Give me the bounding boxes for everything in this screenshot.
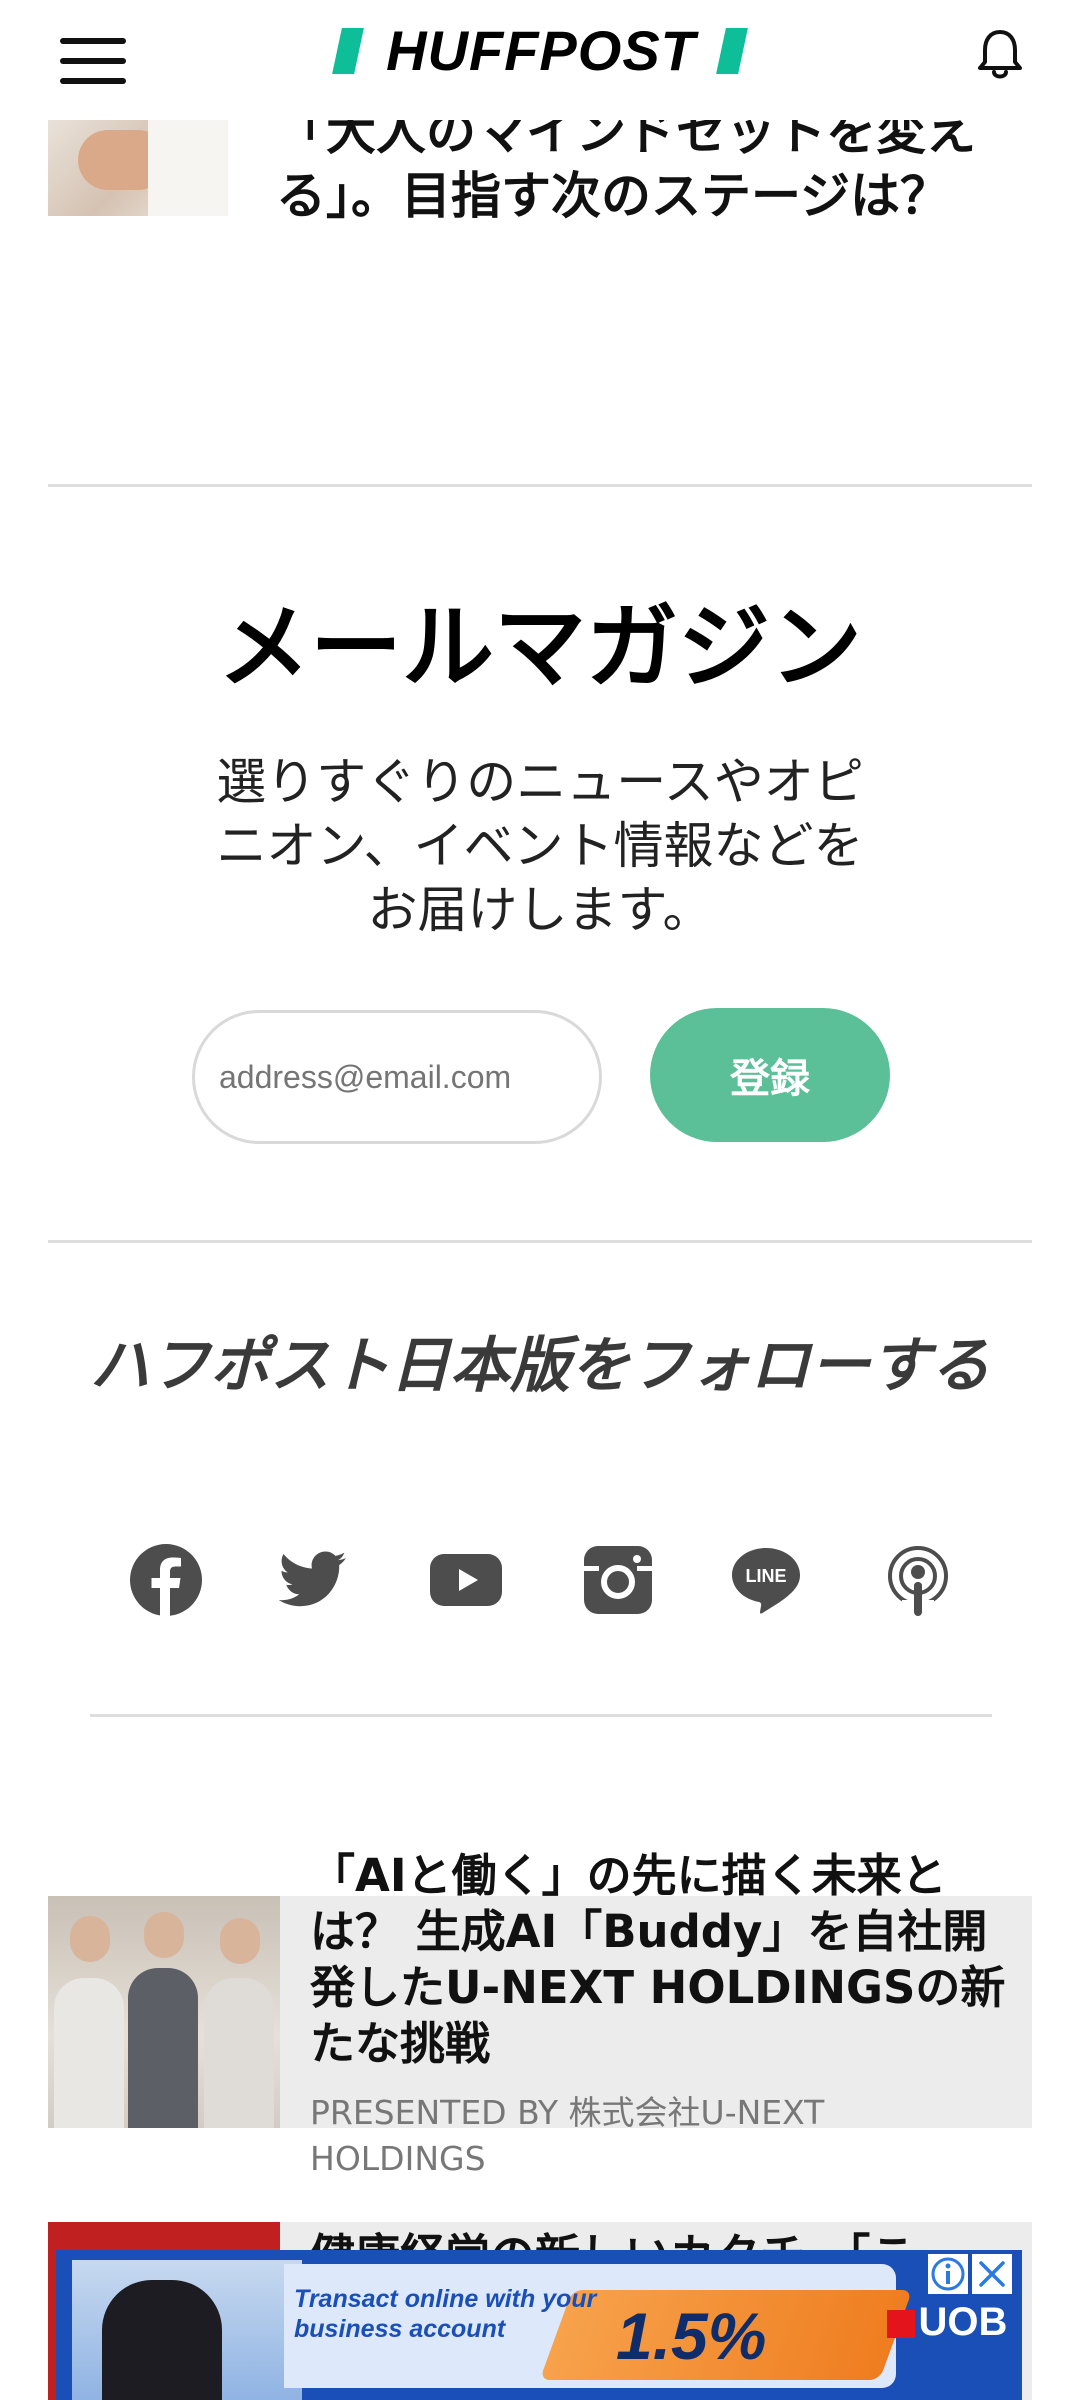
- menu-line-icon: [60, 78, 126, 84]
- subscribe-button[interactable]: 登録: [650, 1008, 890, 1142]
- podcast-icon[interactable]: [880, 1542, 956, 1618]
- ad-brand-label: UOB: [918, 2300, 1008, 2344]
- email-input[interactable]: [192, 1010, 602, 1144]
- ad-brand: UOB: [872, 2300, 1022, 2345]
- ad-message: Transact online with your business accou…: [294, 2285, 597, 2343]
- twitter-icon[interactable]: [276, 1542, 352, 1618]
- menu-line-icon: [60, 58, 126, 64]
- notification-bell-icon[interactable]: [976, 28, 1024, 82]
- facebook-icon[interactable]: [128, 1542, 204, 1618]
- youtube-icon[interactable]: [428, 1542, 504, 1618]
- newsletter-title: メールマガジン: [217, 594, 862, 701]
- menu-line-icon: [60, 38, 126, 44]
- divider: [48, 484, 1032, 487]
- info-icon[interactable]: [928, 2254, 968, 2294]
- article-thumbnail: [48, 120, 228, 216]
- follow-title: ハフポスト日本版をフォローする: [90, 1331, 990, 1401]
- divider: [48, 1240, 1032, 1243]
- newsletter-description: 選りすぐりのニュースやオピニオン、イベント情報などをお届けします。: [216, 753, 864, 939]
- top-article-card[interactable]: 「大人のマインドセットを変える」。目指す次のステージは？: [0, 103, 1080, 230]
- logo-bar-left: [332, 28, 364, 74]
- sponsored-title[interactable]: 「AIと働く」の先に描く未来とは？ 生成AI「Buddy」を自社開発したU-NE…: [310, 1848, 1010, 2072]
- line-label: LINE: [745, 1566, 786, 1586]
- line-icon[interactable]: LINE: [728, 1542, 804, 1618]
- huffpost-logo[interactable]: HUFFPOST: [332, 19, 748, 82]
- instagram-icon[interactable]: [580, 1542, 656, 1618]
- logo-bar-right: [716, 28, 748, 74]
- ad-rate: 1.5%: [616, 2299, 767, 2373]
- top-header: HUFFPOST: [0, 0, 1080, 120]
- sponsored-thumbnail: [48, 1896, 280, 2128]
- close-icon[interactable]: [972, 2254, 1012, 2294]
- sponsored-presented-by: PRESENTED BY 株式会社U-NEXT HOLDINGS: [310, 2093, 825, 2178]
- hamburger-menu-button[interactable]: [60, 38, 130, 84]
- divider: [90, 1714, 992, 1717]
- logo-text: HUFFPOST: [386, 19, 696, 82]
- ad-photo: [72, 2260, 302, 2400]
- ad-banner[interactable]: Transact online with your business accou…: [56, 2250, 1022, 2400]
